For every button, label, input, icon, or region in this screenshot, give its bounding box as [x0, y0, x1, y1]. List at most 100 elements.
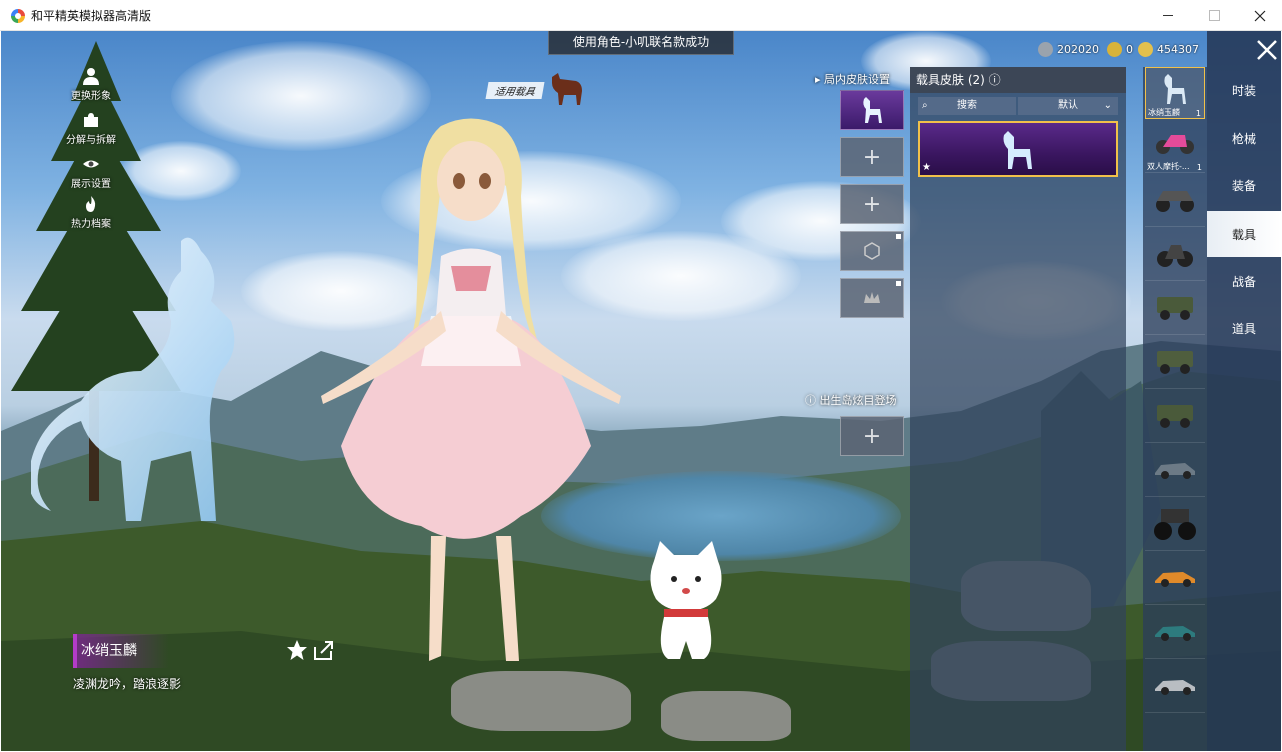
category-sidebar: 时装 枪械 装备 载具 战备 道具	[1207, 31, 1281, 751]
star-icon[interactable]	[286, 639, 308, 661]
ice-horse-figure	[31, 237, 235, 521]
jeep-icon	[1157, 405, 1193, 428]
sports-car-orange-icon	[1155, 572, 1195, 587]
jeep-icon	[1157, 297, 1193, 320]
change-appearance-button[interactable]: 更换形象	[61, 67, 121, 109]
thumb-item[interactable]	[1145, 607, 1205, 659]
window-title: 和平精英模拟器高清版	[31, 9, 152, 23]
tab-fashion[interactable]: 时装	[1207, 67, 1281, 113]
share-icon[interactable]	[313, 639, 335, 661]
search-input[interactable]: ⌕ 搜索	[918, 97, 1016, 115]
close-icon[interactable]	[1254, 37, 1280, 63]
skin-slot-4[interactable]	[840, 231, 904, 271]
help-circle-icon[interactable]: ⓘ	[805, 394, 820, 407]
item-name: 冰绡玉麟	[73, 634, 169, 668]
currency-gold-a: 0	[1107, 41, 1133, 57]
close-window-button[interactable]	[1237, 0, 1282, 31]
monster-truck-icon	[1154, 509, 1196, 540]
title-bar: 和平精英模拟器高清版	[0, 0, 1282, 31]
buggy-icon	[1156, 191, 1194, 212]
thumb-item[interactable]	[1145, 445, 1205, 497]
tab-vehicles[interactable]: 载具	[1207, 211, 1281, 257]
close-icon	[1254, 10, 1266, 21]
thumb-item[interactable]	[1145, 661, 1205, 713]
emulator-window: 和平精英模拟器高清版 使用角色-小叽联名款成功 适用载具 202020 0 45…	[0, 0, 1282, 752]
coin-gold-a-icon	[1107, 41, 1122, 57]
coin-gold-icon	[1138, 41, 1153, 57]
currency-value: 202020	[1057, 42, 1099, 56]
hud-label: 更换形象	[71, 91, 111, 102]
plus-icon: +	[862, 423, 882, 449]
play-icon: ▸	[815, 73, 825, 86]
chevron-down-icon: ⌄	[1103, 100, 1112, 111]
item-description: 凌渊龙吟，踏浪逐影	[73, 677, 182, 691]
skin-card-selected[interactable]: ★	[918, 121, 1118, 177]
vehicle-tag: 适用载具	[485, 82, 545, 99]
character-figure	[321, 118, 621, 661]
sports-car-teal-icon	[1155, 626, 1195, 641]
skin-slot-3[interactable]: +	[840, 184, 904, 224]
tab-equipment[interactable]: 装备	[1207, 162, 1281, 208]
search-icon: ⌕	[922, 100, 928, 111]
heat-archive-button[interactable]: 热力档案	[61, 195, 121, 237]
hud-label: 分解与拆解	[66, 135, 116, 146]
panel-header: 载具皮肤 (2) ⓘ	[910, 67, 1126, 93]
ice-horse-card-icon	[1003, 131, 1032, 169]
display-settings-button[interactable]: 展示设置	[61, 155, 121, 197]
rock	[661, 691, 791, 741]
in-game-skin-label: ▸ 局内皮肤设置	[815, 73, 891, 86]
currency-value: 454307	[1157, 42, 1199, 56]
puzzle-icon	[84, 113, 98, 127]
tab-weapons[interactable]: 枪械	[1207, 115, 1281, 161]
currency-silver: 202020	[1038, 41, 1099, 57]
notification-toast: 使用角色-小叽联名款成功	[548, 31, 734, 55]
jeep-icon	[1157, 351, 1193, 374]
motorcycle-icon	[1157, 245, 1193, 267]
tab-items[interactable]: 道具	[1207, 305, 1281, 351]
thumb-item[interactable]: 冰绡玉麟 1	[1145, 67, 1205, 119]
skin-slot-1[interactable]	[840, 90, 904, 130]
spawn-island-label: ⓘ 出生岛炫目登场	[805, 394, 897, 407]
vehicle-skin-panel: 载具皮肤 (2) ⓘ ⌕ 搜索 默认 ⌄ ★	[910, 67, 1126, 751]
skin-slot-2[interactable]: +	[840, 137, 904, 177]
thumb-item[interactable]	[1145, 175, 1205, 227]
plus-icon: +	[862, 191, 882, 217]
coin-silver-icon	[1038, 41, 1053, 57]
motorcycle-pink-icon	[1156, 135, 1194, 154]
currency-value: 0	[1126, 42, 1133, 56]
star-icon: ★	[922, 162, 931, 173]
maximize-button[interactable]	[1191, 0, 1237, 31]
plus-icon: +	[862, 144, 882, 170]
sedan-icon	[1155, 463, 1195, 479]
spawn-slot[interactable]: +	[840, 416, 904, 456]
currency-gold: 454307	[1138, 41, 1199, 57]
thumb-item[interactable]	[1145, 283, 1205, 335]
minimize-button[interactable]	[1145, 0, 1191, 31]
sort-dropdown[interactable]: 默认 ⌄	[1018, 97, 1118, 115]
panel-title: 载具皮肤 (2)	[916, 73, 985, 87]
tab-preparation[interactable]: 战备	[1207, 258, 1281, 304]
app-logo-icon	[11, 9, 25, 23]
thumb-item[interactable]: 双人摩托-... 1	[1145, 121, 1205, 173]
hud-label: 热力档案	[71, 219, 111, 230]
hud-label: 展示设置	[71, 179, 111, 190]
thumb-item[interactable]	[1145, 391, 1205, 443]
lock-icon	[896, 234, 901, 239]
skin-slot-5[interactable]	[840, 278, 904, 318]
thumb-item[interactable]	[1145, 229, 1205, 281]
decompose-button[interactable]: 分解与拆解	[61, 111, 121, 153]
horse-preview-icon	[552, 73, 582, 105]
badge-icon	[864, 242, 880, 260]
help-circle-icon[interactable]: ⓘ	[989, 73, 1001, 87]
thumb-item[interactable]	[1145, 337, 1205, 389]
horse-icon	[1164, 74, 1186, 104]
ice-horse-thumb-icon	[863, 97, 882, 123]
person-icon	[83, 68, 99, 85]
eye-icon	[83, 160, 99, 168]
crown-icon	[864, 292, 880, 303]
lock-icon	[896, 281, 901, 286]
thumb-item[interactable]	[1145, 553, 1205, 605]
vehicle-thumb-list: 冰绡玉麟 1 双人摩托-... 1	[1143, 67, 1207, 751]
thumb-item[interactable]	[1145, 499, 1205, 551]
game-viewport: 使用角色-小叽联名款成功 适用载具 202020 0 454307 更换形象 分…	[1, 31, 1281, 751]
